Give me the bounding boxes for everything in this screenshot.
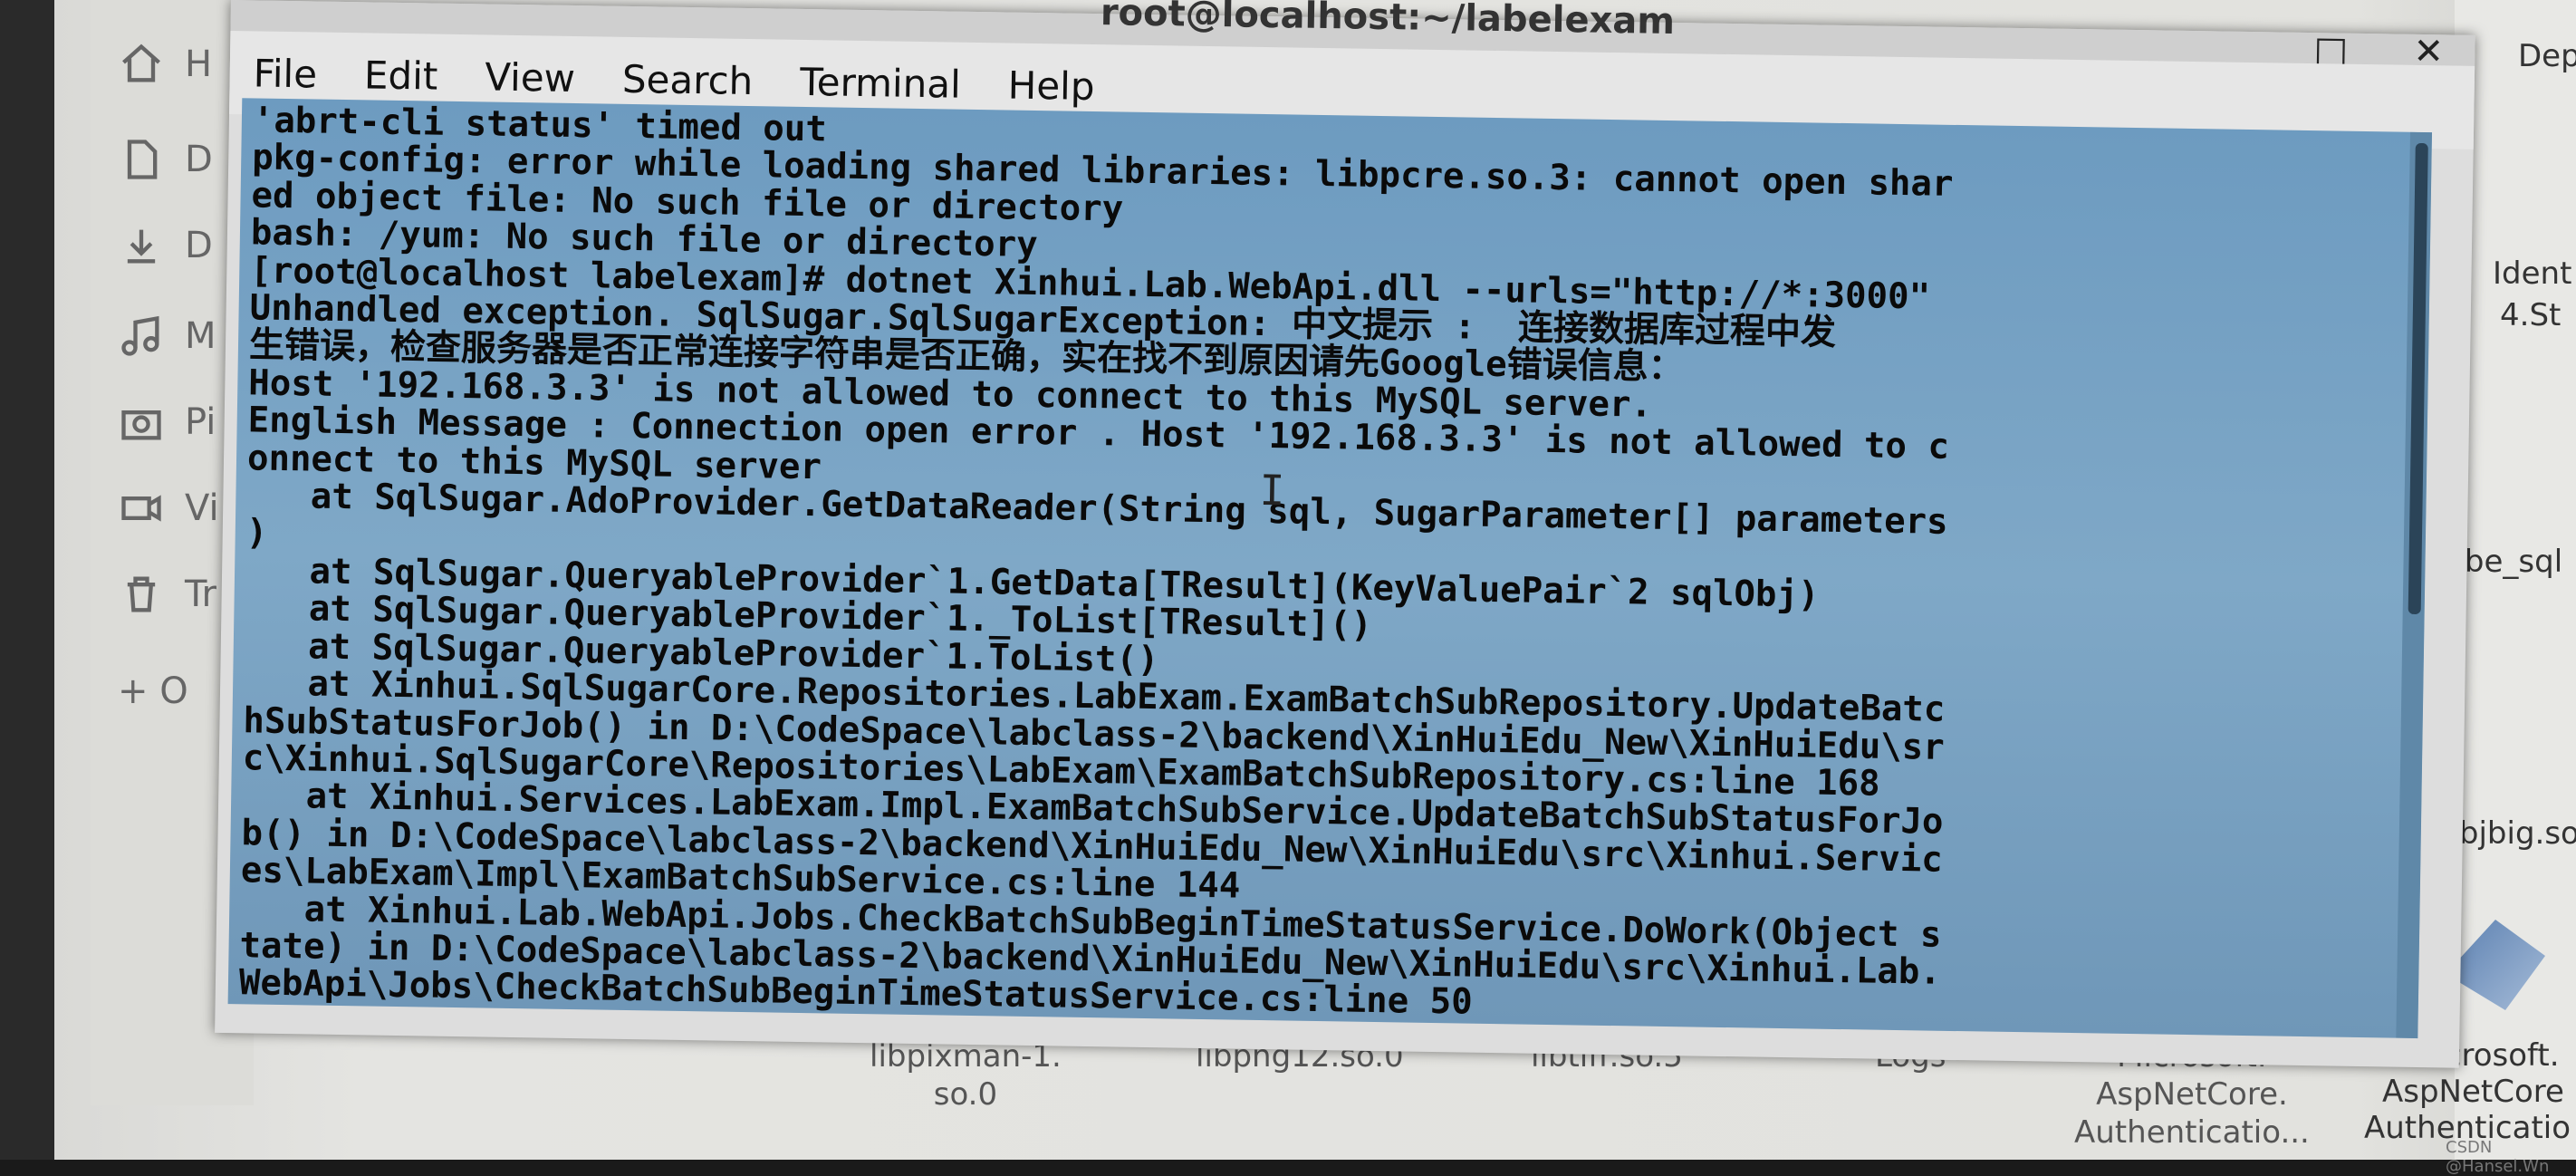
sidebar-item-music[interactable]: M <box>118 313 216 360</box>
menu-help[interactable]: Help <box>984 63 1119 109</box>
music-icon <box>121 315 159 356</box>
sidebar-item-videos[interactable]: Vi <box>118 485 219 532</box>
sidebar-item-label: Pi <box>185 401 216 443</box>
menu-edit[interactable]: Edit <box>341 52 462 98</box>
sidebar-item-label: Vi <box>185 487 219 529</box>
sidebar-item-label: H <box>185 43 213 85</box>
file-label[interactable]: 4.St <box>2500 297 2561 333</box>
terminal-output[interactable]: 'abrt-cli status' timed out pkg-config: e… <box>227 98 2433 1039</box>
file-name-line: so.0 <box>933 1076 998 1113</box>
sidebar-item-label: Tr <box>185 574 216 615</box>
sidebar-item-label: D <box>185 225 213 266</box>
sidebar-item-label: D <box>185 139 213 180</box>
sidebar-item-trash[interactable]: Tr <box>118 571 216 618</box>
window-title: root@localhost:~/labelexam <box>1100 0 1676 43</box>
text-cursor-icon: I <box>1259 465 1285 516</box>
sidebar-item-downloads[interactable]: D <box>118 222 213 269</box>
menu-file[interactable]: File <box>229 50 341 96</box>
file-name-line: AspNetCore. <box>2096 1076 2288 1113</box>
file-item-libpixman[interactable]: libpixman-1. so.0 <box>870 1037 1062 1113</box>
home-icon <box>122 43 160 82</box>
file-label[interactable]: AspNetCore <box>2382 1074 2564 1110</box>
trash-icon <box>127 576 156 612</box>
document-icon <box>127 140 158 179</box>
camera-icon <box>121 410 161 440</box>
menu-view[interactable]: View <box>461 54 599 101</box>
sidebar-item-home[interactable]: H <box>118 41 212 88</box>
menu-terminal[interactable]: Terminal <box>776 59 985 107</box>
file-label[interactable]: Dep <box>2518 38 2576 74</box>
file-name-line: Authenticatio... <box>2074 1114 2310 1151</box>
sidebar-item-label: M <box>185 315 216 357</box>
sidebar-item-other-locations[interactable]: + O <box>118 670 188 712</box>
scrollbar-thumb[interactable] <box>2408 142 2428 615</box>
menu-search[interactable]: Search <box>599 56 777 103</box>
sidebar-item-pictures[interactable]: Pi <box>118 399 216 446</box>
video-icon <box>121 495 161 522</box>
file-label[interactable]: Ident <box>2493 255 2571 292</box>
sidebar-item-documents[interactable]: D <box>118 136 213 183</box>
terminal-window[interactable]: root@localhost:~/labelexam _ □ ✕ File Ed… <box>215 0 2475 1068</box>
terminal-text: 'abrt-cli status' timed out pkg-config: e… <box>239 100 1955 1028</box>
download-icon <box>127 229 156 264</box>
watermark: CSDN @Hansel.Wn <box>2446 1138 2550 1176</box>
terminal-scrollbar[interactable] <box>2396 131 2433 1039</box>
plus-icon: + O <box>118 670 188 712</box>
